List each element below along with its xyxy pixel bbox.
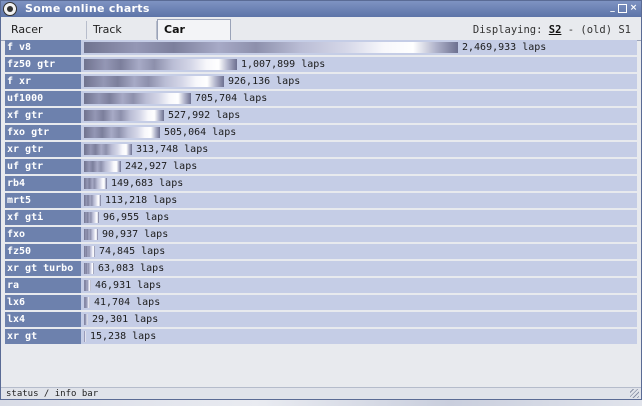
chart-row: uf1000 705,704 laps bbox=[5, 91, 637, 108]
chart-row: fz50 74,845 laps bbox=[5, 244, 637, 261]
chart-row: fz50 gtr 1,007,899 laps bbox=[5, 57, 637, 74]
chart-row: fxo 90,937 laps bbox=[5, 227, 637, 244]
car-name-label: f v8 bbox=[5, 40, 81, 55]
lap-count-label: 926,136 laps bbox=[228, 76, 301, 87]
displaying-separator: - bbox=[567, 24, 575, 36]
tab-racer-charts[interactable]: Racer charts bbox=[5, 21, 87, 54]
car-name-label: fz50 gtr bbox=[5, 57, 81, 72]
car-name-label: mrt5 bbox=[5, 193, 81, 208]
chart-row: uf gtr 242,927 laps bbox=[5, 159, 637, 176]
lap-count-label: 1,007,899 laps bbox=[241, 59, 326, 70]
car-name-label: fxo bbox=[5, 227, 81, 242]
chart-row: xr gt 15,238 laps bbox=[5, 329, 637, 346]
car-name-label: lx4 bbox=[5, 312, 81, 327]
season-old-link[interactable]: S1 bbox=[618, 24, 631, 36]
title-bar[interactable]: Some online charts _ × bbox=[1, 1, 641, 17]
lap-count-label: 74,845 laps bbox=[99, 246, 166, 257]
usage-bar bbox=[84, 42, 458, 53]
usage-bar bbox=[84, 331, 86, 342]
usage-bar bbox=[84, 178, 107, 189]
chart-row: lx6 41,704 laps bbox=[5, 295, 637, 312]
season-old-label: (old) bbox=[580, 24, 613, 36]
window-title: Some online charts bbox=[25, 2, 150, 15]
car-name-label: fxo gtr bbox=[5, 125, 81, 140]
car-name-label: xf gtr bbox=[5, 108, 81, 123]
usage-bar bbox=[84, 297, 90, 308]
lap-count-label: 96,955 laps bbox=[103, 212, 170, 223]
chart-row: xf gti 96,955 laps bbox=[5, 210, 637, 227]
chart-row: xf gtr 527,992 laps bbox=[5, 108, 637, 125]
usage-bar bbox=[84, 246, 95, 257]
car-name-label: xr gt bbox=[5, 329, 81, 344]
tab-track-usage[interactable]: Track usage bbox=[87, 21, 157, 54]
usage-bar bbox=[84, 195, 101, 206]
lap-count-label: 705,704 laps bbox=[195, 93, 268, 104]
usage-bar bbox=[84, 263, 94, 274]
lap-count-label: 505,064 laps bbox=[164, 127, 237, 138]
displaying-label: Displaying: bbox=[472, 24, 543, 36]
usage-bar bbox=[84, 161, 121, 172]
chart-row: ra 46,931 laps bbox=[5, 278, 637, 295]
status-text: status / info bar bbox=[6, 389, 99, 399]
car-name-label: uf gtr bbox=[5, 159, 81, 174]
season-selector: Displaying: S2 - (old) S1 bbox=[473, 21, 631, 39]
chart-row: xr gtr 313,748 laps bbox=[5, 142, 637, 159]
charts-window: Some online charts _ × Racer charts Trac… bbox=[0, 0, 642, 400]
lap-count-label: 527,992 laps bbox=[168, 110, 241, 121]
minimize-icon[interactable]: _ bbox=[608, 4, 617, 13]
car-name-label: uf1000 bbox=[5, 91, 81, 106]
car-name-label: lx6 bbox=[5, 295, 81, 310]
resize-grip-icon[interactable] bbox=[630, 389, 639, 398]
desktop-background bbox=[0, 400, 642, 406]
lap-count-label: 41,704 laps bbox=[94, 297, 161, 308]
usage-bar bbox=[84, 59, 237, 70]
car-name-label: f xr bbox=[5, 74, 81, 89]
usage-bar bbox=[84, 76, 224, 87]
lap-count-label: 149,683 laps bbox=[111, 178, 184, 189]
usage-bar bbox=[84, 127, 160, 138]
lap-count-label: 90,937 laps bbox=[102, 229, 169, 240]
lap-count-label: 46,931 laps bbox=[95, 280, 162, 291]
usage-bar bbox=[84, 280, 91, 291]
car-name-label: xr gt turbo bbox=[5, 261, 81, 276]
chart-row: xr gt turbo 63,083 laps bbox=[5, 261, 637, 278]
usage-bar bbox=[84, 93, 191, 104]
usage-bar bbox=[84, 212, 99, 223]
car-name-label: xr gtr bbox=[5, 142, 81, 157]
lap-count-label: 242,927 laps bbox=[125, 161, 198, 172]
lap-count-label: 15,238 laps bbox=[90, 331, 157, 342]
chart-row: mrt5 113,218 laps bbox=[5, 193, 637, 210]
chart-row: fxo gtr 505,064 laps bbox=[5, 125, 637, 142]
car-name-label: rb4 bbox=[5, 176, 81, 191]
tab-car-usage[interactable]: Car usage bbox=[157, 19, 231, 56]
chart-row: rb4 149,683 laps bbox=[5, 176, 637, 193]
close-icon[interactable]: × bbox=[629, 4, 638, 13]
chart-row: f v8 2,469,933 laps bbox=[5, 40, 637, 57]
lap-count-label: 63,083 laps bbox=[98, 263, 165, 274]
usage-bar bbox=[84, 229, 98, 240]
car-usage-chart: f v8 2,469,933 laps fz50 gtr 1,007,899 laps… bbox=[5, 40, 637, 346]
season-current-link[interactable]: S2 bbox=[549, 24, 562, 36]
car-name-label: ra bbox=[5, 278, 81, 293]
lap-count-label: 2,469,933 laps bbox=[462, 42, 547, 53]
chart-row: lx4 29,301 laps bbox=[5, 312, 637, 329]
lap-count-label: 29,301 laps bbox=[92, 314, 159, 325]
app-icon bbox=[3, 2, 17, 16]
lap-count-label: 313,748 laps bbox=[136, 144, 209, 155]
car-name-label: fz50 bbox=[5, 244, 81, 259]
usage-bar bbox=[84, 110, 164, 121]
tab-strip: Racer charts Track usage Car usage Displ… bbox=[1, 18, 641, 56]
usage-bar bbox=[84, 144, 132, 155]
car-name-label: xf gti bbox=[5, 210, 81, 225]
chart-row: f xr 926,136 laps bbox=[5, 74, 637, 91]
lap-count-label: 113,218 laps bbox=[105, 195, 178, 206]
maximize-icon[interactable] bbox=[618, 4, 627, 13]
usage-bar bbox=[84, 314, 88, 325]
status-bar: status / info bar bbox=[1, 387, 641, 399]
